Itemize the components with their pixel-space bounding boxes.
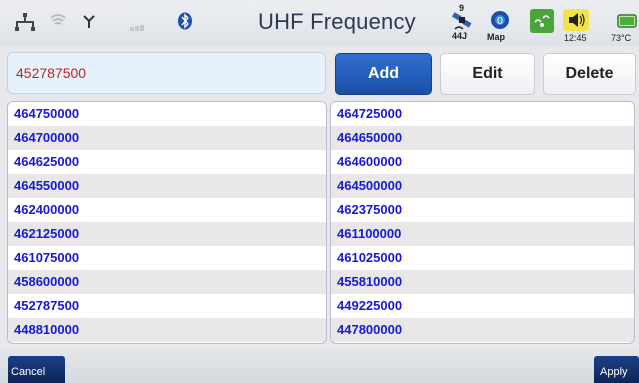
list-item[interactable]: 462400000 [8,198,326,222]
list-item[interactable]: 458600000 [8,270,326,294]
frequency-list-right: 464725000 464650000 464600000 464500000 … [330,101,635,344]
list-item[interactable]: 448810000 [8,318,326,342]
list-item[interactable]: 464550000 [8,174,326,198]
signal-bars-icon [130,18,148,36]
list-item[interactable]: 464500000 [331,174,634,198]
frequency-list-left: 464750000 464700000 464625000 464550000 … [7,101,327,344]
list-item[interactable]: 449225000 [331,294,634,318]
list-item[interactable]: 462125000 [8,222,326,246]
list-item[interactable]: 464725000 [331,102,634,126]
wifi-icon [50,13,66,34]
page-title: UHF Frequency [258,9,416,34]
clock: 12:45 [564,33,587,43]
list-item[interactable]: 464600000 [331,150,634,174]
list-item[interactable]: 455810000 [331,270,634,294]
wireless-display-icon[interactable] [530,9,554,38]
list-item[interactable]: 461075000 [8,246,326,270]
battery-icon [617,14,639,33]
map-label: Map [487,32,505,42]
bluetooth-icon [177,12,193,35]
list-item[interactable]: 461100000 [331,222,634,246]
satellite-label: 44J [452,31,468,41]
frequency-input[interactable] [7,52,326,94]
apply-button[interactable]: Apply [594,356,639,383]
list-item[interactable]: 464650000 [331,126,634,150]
volume-icon[interactable] [563,9,589,36]
list-item[interactable]: 447800000 [331,318,634,342]
list-item[interactable]: 462375000 [331,198,634,222]
list-item[interactable]: 452787500 [8,294,326,318]
edit-button[interactable]: Edit [440,53,535,95]
temperature: 73°C [611,33,632,43]
list-item[interactable]: 464750000 [8,102,326,126]
bottom-bar [0,348,639,383]
cancel-button[interactable]: Cancel [8,356,65,383]
add-button[interactable]: Add [335,53,432,95]
antenna-icon [83,15,95,34]
list-item[interactable]: 461025000 [331,246,634,270]
status-bar: UHF Frequency 9 44J 0 Map 12:45 73°C [0,0,639,46]
list-item[interactable]: 464700000 [8,126,326,150]
list-item[interactable]: 464625000 [8,150,326,174]
delete-button[interactable]: Delete [543,53,636,95]
network-icon [14,12,36,37]
svg-text:0: 0 [497,16,503,27]
